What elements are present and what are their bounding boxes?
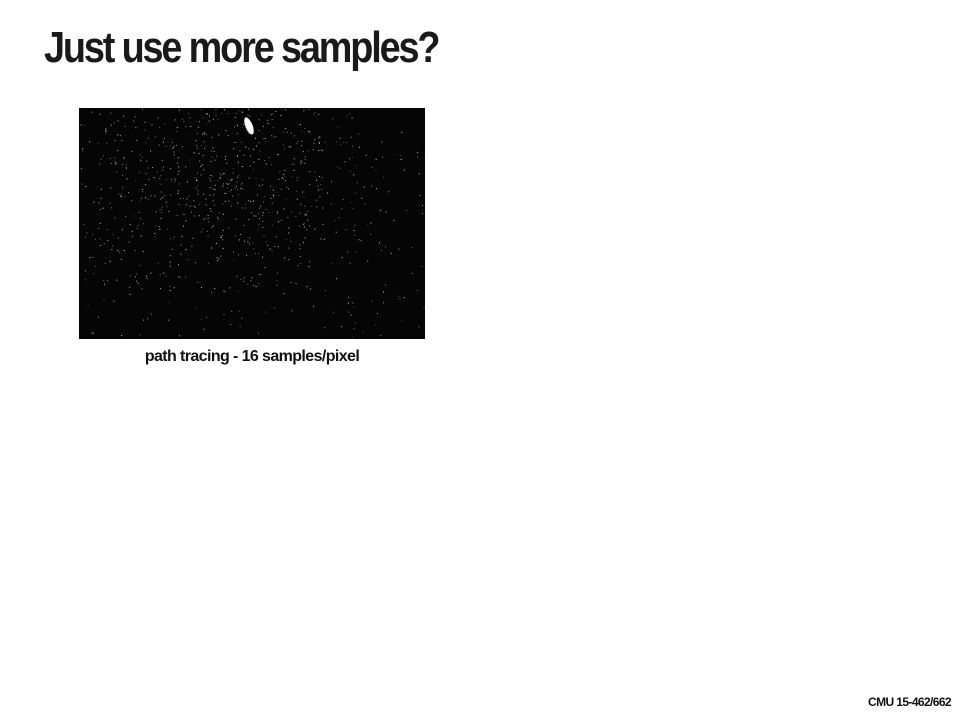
course-footer: CMU 15-462/662 <box>868 695 952 709</box>
path-traced-render-icon <box>79 108 425 339</box>
noisy-render-image <box>79 108 425 339</box>
slide-title: Just use more samples? <box>44 23 440 72</box>
image-caption: path tracing - 16 samples/pixel <box>144 348 360 365</box>
